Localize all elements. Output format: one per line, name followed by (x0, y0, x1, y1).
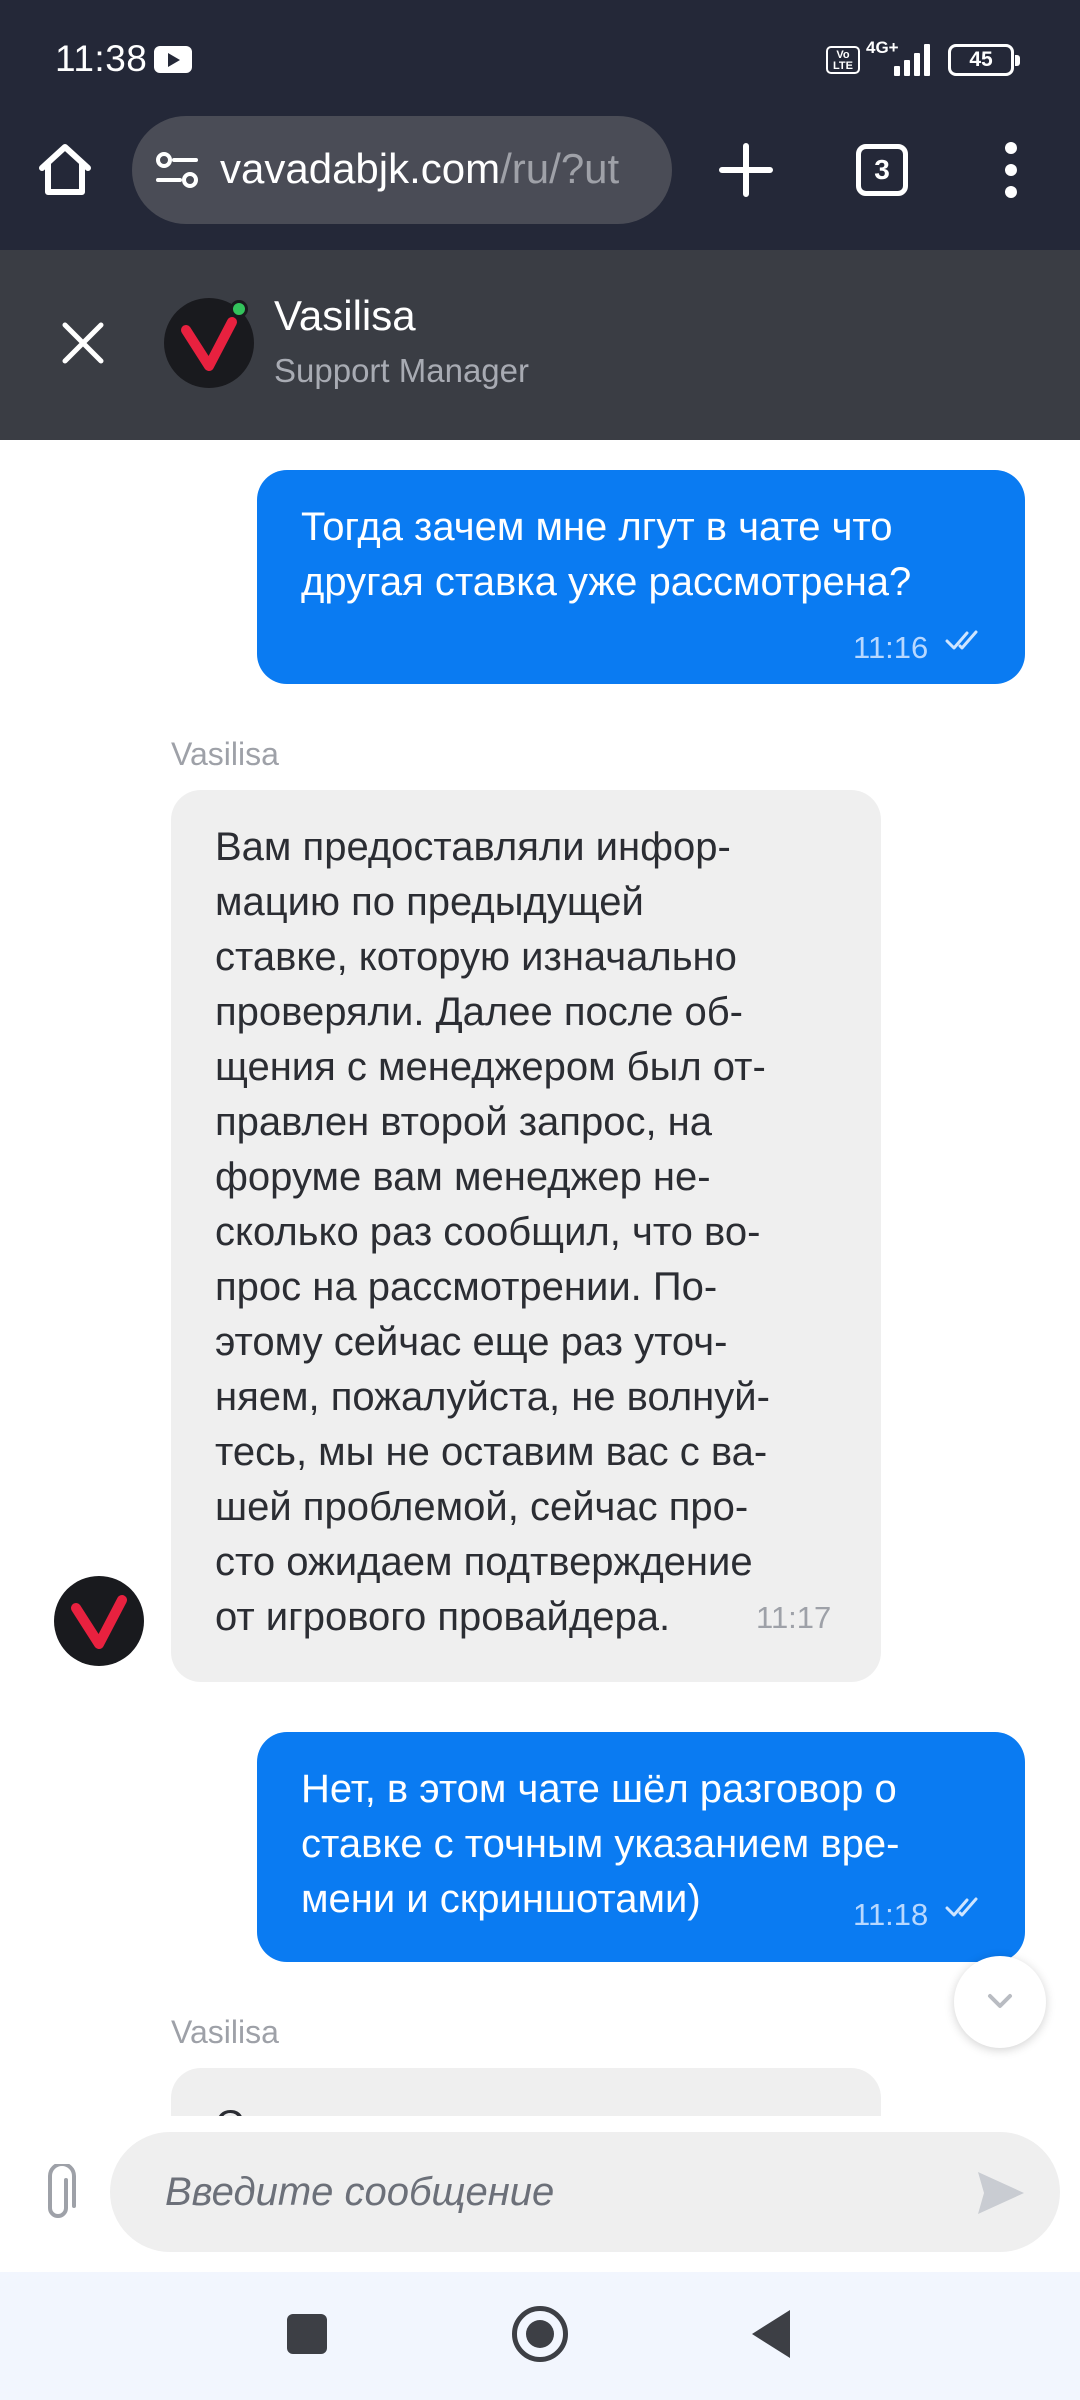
vavada-logo (71, 1595, 127, 1649)
incoming-message[interactable]: Вам предоставляли инфор- мацию по предыд… (171, 790, 881, 1682)
read-ticks-icon (945, 1897, 978, 1917)
battery-indicator: 45 (948, 44, 1020, 76)
status-time: 11:38 (55, 38, 148, 79)
paperclip-icon[interactable] (36, 2164, 82, 2226)
scroll-down-button[interactable] (954, 1956, 1046, 2048)
sender-name: Vasilisa (171, 736, 279, 772)
more-vertical-icon[interactable] (996, 140, 1026, 200)
message-time: 11:16 (853, 630, 929, 665)
sender-name: Vasilisa (171, 2014, 279, 2050)
browser-toolbar: vavadabjk.com/ru/?ut 3 (0, 116, 1080, 250)
message-time: 11:18 (853, 1897, 929, 1932)
tabs-button[interactable]: 3 (856, 144, 908, 196)
message-text: Тогда зачем мне лгут в чате что другая с… (301, 505, 912, 604)
outgoing-message[interactable]: Тогда зачем мне лгут в чате что другая с… (257, 470, 1025, 684)
url-text[interactable]: vavadabjk.com/ru/?ut (220, 145, 660, 193)
message-input[interactable] (110, 2132, 1060, 2252)
incoming-message[interactable]: С (171, 2068, 881, 2116)
agent-name: Vasilisa (274, 292, 416, 339)
home-icon[interactable] (34, 138, 96, 200)
outgoing-message[interactable]: Нет, в этом чате шёл разговор о ставке с… (257, 1732, 1025, 1962)
system-nav-bar (0, 2272, 1080, 2400)
agent-avatar (54, 1576, 144, 1666)
message-composer (0, 2116, 1080, 2272)
url-host: vavadabjk.com (220, 145, 501, 192)
chat-header: Vasilisa Support Manager (0, 250, 1080, 440)
message-list[interactable]: Тогда зачем мне лгут в чате что другая с… (0, 440, 1080, 2116)
plus-icon[interactable] (716, 140, 776, 200)
youtube-notification-icon (154, 46, 192, 73)
agent-role: Support Manager (274, 352, 529, 389)
back-icon[interactable] (752, 2310, 790, 2358)
url-bar[interactable]: vavadabjk.com/ru/?ut (132, 116, 672, 224)
url-path: /ru/?ut (500, 145, 620, 192)
read-ticks-icon (945, 630, 978, 650)
chevron-down-icon (988, 1994, 1012, 2008)
online-indicator (230, 300, 248, 318)
message-text: Вам предоставляли инфор- мацию по предыд… (215, 825, 770, 1639)
close-icon[interactable] (48, 308, 118, 378)
status-bar: 11:38 Vo LTE 4G+ 45 (0, 0, 1080, 116)
signal-icon (890, 42, 936, 76)
message-time: 11:17 (756, 1600, 832, 1635)
send-icon[interactable] (976, 2170, 1026, 2216)
message-text: С (215, 2098, 244, 2116)
recents-icon[interactable] (287, 2314, 327, 2354)
volte-icon: Vo LTE (826, 46, 860, 74)
message-text: Нет, в этом чате шёл разговор о ставке с… (301, 1767, 900, 1921)
site-settings-icon[interactable] (154, 146, 202, 194)
nav-home-icon[interactable] (512, 2306, 568, 2362)
